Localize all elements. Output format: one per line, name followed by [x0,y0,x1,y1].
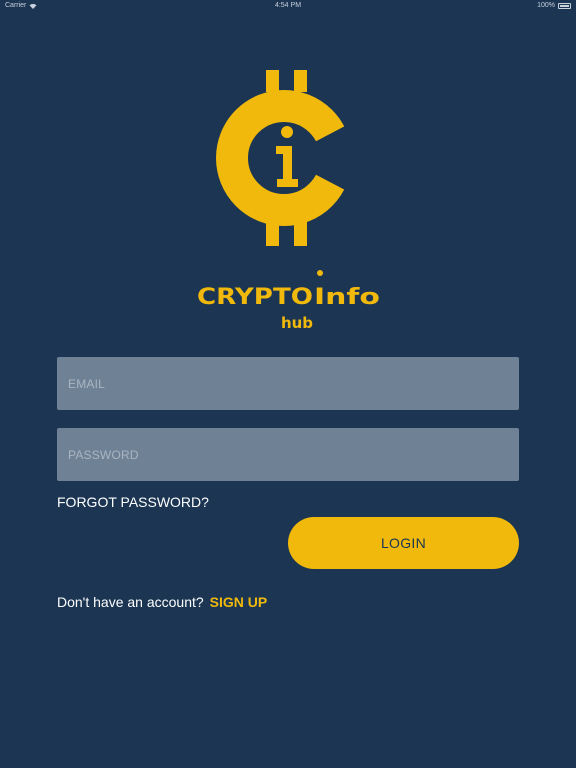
brand-subtitle: hub [281,314,313,332]
status-bar: Carrier 4:54 PM 100% [0,0,576,12]
brand-logo-text: CRYPTO Info hub [197,270,380,332]
signup-row: Don't have an account? SIGN UP [57,594,267,610]
signup-prompt: Don't have an account? [57,594,204,610]
brand-name-crypto: CRYPTO [197,285,313,310]
brand-name-info: Info [314,285,380,310]
battery-group: 100% [537,2,571,9]
forgot-password-link[interactable]: FORGOT PASSWORD? [57,494,209,510]
battery-icon [558,2,571,9]
status-time: 4:54 PM [274,2,302,9]
signup-link[interactable]: SIGN UP [210,594,268,610]
login-button[interactable]: LOGIN [288,517,519,569]
battery-percent: 100% [537,2,555,9]
email-field[interactable] [57,357,519,410]
crypto-coin-logo-icon [216,70,368,246]
password-field[interactable] [57,428,519,481]
